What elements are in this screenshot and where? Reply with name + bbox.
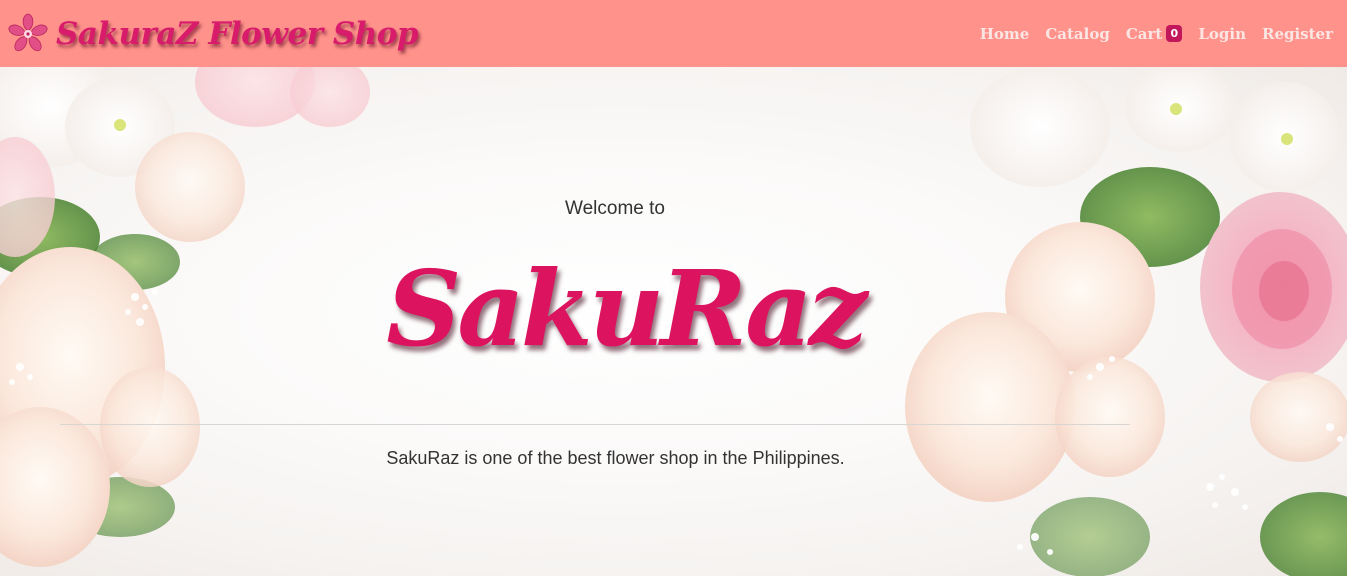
- cart-count-badge: 0: [1166, 25, 1183, 42]
- brand-link[interactable]: SakuraZ Flower Shop: [6, 12, 419, 56]
- hero-tagline: SakuRaz is one of the best flower shop i…: [386, 448, 845, 468]
- hero-banner: Welcome to SakuRaz SakuRaz is one of the…: [0, 67, 1347, 576]
- nav-register-link[interactable]: Register: [1262, 25, 1333, 43]
- brand-name: SakuraZ Flower Shop: [56, 15, 419, 52]
- cart-label: Cart: [1125, 24, 1163, 43]
- navbar: SakuraZ Flower Shop Home Catalog Cart 0 …: [0, 0, 1347, 67]
- nav-cart-link[interactable]: Cart 0: [1126, 25, 1183, 43]
- nav-menu: Home Catalog Cart 0 Login Register: [980, 25, 1333, 43]
- nav-home-link[interactable]: Home: [980, 25, 1030, 43]
- sakura-flower-icon: [8, 13, 48, 51]
- hero-title: SakuRaz: [386, 247, 867, 370]
- hero-content: Welcome to SakuRaz SakuRaz is one of the…: [0, 67, 1347, 576]
- welcome-text: Welcome to: [565, 198, 665, 219]
- nav-login-link[interactable]: Login: [1198, 25, 1246, 43]
- hero-divider: [60, 424, 1130, 425]
- nav-catalog-link[interactable]: Catalog: [1045, 25, 1110, 43]
